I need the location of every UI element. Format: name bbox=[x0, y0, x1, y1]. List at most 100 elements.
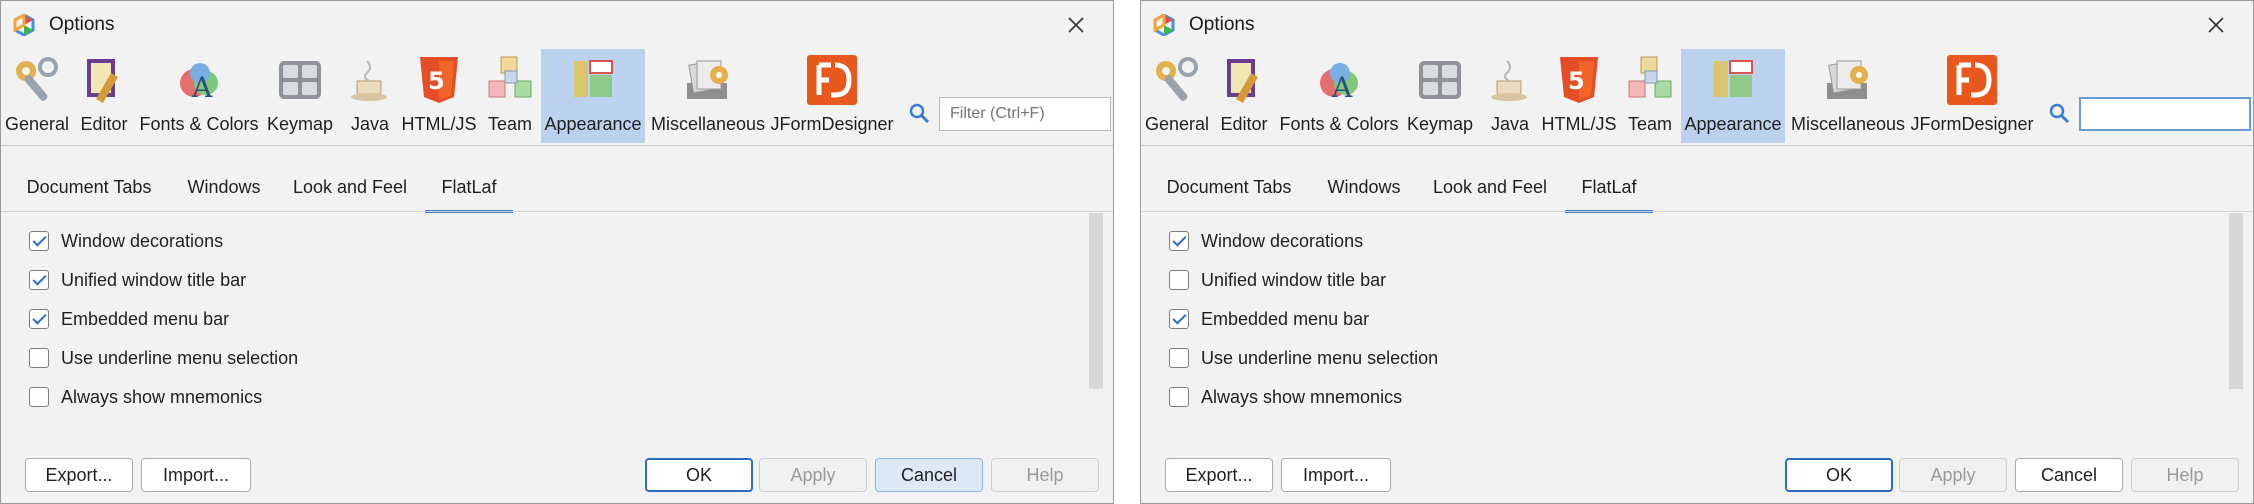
checkbox[interactable] bbox=[1169, 231, 1189, 251]
scrollbar[interactable] bbox=[2229, 213, 2243, 389]
option-embedded-menu-bar[interactable]: Embedded menu bar bbox=[1169, 305, 1369, 333]
category-label: Miscellaneous bbox=[1790, 114, 1906, 134]
tab-document-tabs[interactable]: Document Tabs bbox=[1155, 167, 1303, 213]
option-underline-menu-selection[interactable]: Use underline menu selection bbox=[1169, 344, 1438, 372]
import-button[interactable]: Import... bbox=[141, 458, 251, 492]
appearance-icon bbox=[1714, 60, 1753, 97]
option-always-show-mnemonics[interactable]: Always show mnemonics bbox=[29, 383, 262, 411]
category-keymap[interactable]: Keymap bbox=[1405, 49, 1475, 143]
category-label: Editor bbox=[1220, 114, 1268, 134]
help-button[interactable]: Help bbox=[2131, 458, 2239, 492]
option-always-show-mnemonics[interactable]: Always show mnemonics bbox=[1169, 383, 1402, 411]
option-label: Use underline menu selection bbox=[1201, 347, 1439, 368]
editor-icon bbox=[1227, 59, 1258, 103]
category-label: JFormDesigner bbox=[1910, 114, 2034, 134]
title-bar[interactable]: Options bbox=[1, 1, 1113, 49]
checkbox[interactable] bbox=[29, 348, 49, 368]
svg-text:5: 5 bbox=[1568, 67, 1585, 95]
category-general[interactable]: General bbox=[1145, 49, 1209, 143]
cancel-button[interactable]: Cancel bbox=[2015, 458, 2123, 492]
option-unified-title-bar[interactable]: Unified window title bar bbox=[29, 266, 246, 294]
tab-flatlaf[interactable]: FlatLaf bbox=[1565, 167, 1653, 213]
category-fonts-colors[interactable]: A Fonts & Colors bbox=[1277, 49, 1401, 143]
category-label: Appearance bbox=[544, 114, 642, 134]
category-html-js[interactable]: 5 HTML/JS bbox=[401, 49, 477, 143]
option-label: Always show mnemonics bbox=[61, 386, 263, 407]
app-icon bbox=[13, 14, 35, 36]
option-label: Use underline menu selection bbox=[61, 347, 299, 368]
checkbox[interactable] bbox=[1169, 387, 1189, 407]
close-icon[interactable] bbox=[2201, 10, 2231, 40]
category-label: Appearance bbox=[1684, 114, 1782, 134]
flatlaf-options-panel: Window decorations Unified window title … bbox=[1153, 213, 2247, 425]
category-fonts-colors[interactable]: A Fonts & Colors bbox=[137, 49, 261, 143]
dialog-title: Options bbox=[49, 14, 115, 35]
ok-button[interactable]: OK bbox=[645, 458, 753, 492]
tab-bar: Document Tabs Windows Look and Feel Flat… bbox=[1141, 167, 2253, 213]
import-button[interactable]: Import... bbox=[1281, 458, 1391, 492]
close-icon[interactable] bbox=[1061, 10, 1091, 40]
category-keymap[interactable]: Keymap bbox=[265, 49, 335, 143]
category-jformdesigner[interactable]: JFormDesigner bbox=[1910, 49, 2034, 143]
category-label: Fonts & Colors bbox=[1279, 114, 1399, 134]
checkbox[interactable] bbox=[29, 387, 49, 407]
category-jformdesigner[interactable]: JFormDesigner bbox=[770, 49, 894, 143]
export-button[interactable]: Export... bbox=[1165, 458, 1273, 492]
tab-document-tabs[interactable]: Document Tabs bbox=[15, 167, 163, 213]
java-icon bbox=[1491, 60, 1527, 101]
ok-button[interactable]: OK bbox=[1785, 458, 1893, 492]
flatlaf-options-panel: Window decorations Unified window title … bbox=[13, 213, 1107, 425]
apply-button[interactable]: Apply bbox=[759, 458, 867, 492]
filter-input[interactable] bbox=[939, 97, 1111, 131]
tab-look-and-feel[interactable]: Look and Feel bbox=[1425, 167, 1555, 213]
filter-input[interactable] bbox=[2079, 97, 2251, 131]
java-icon bbox=[351, 60, 387, 101]
tab-windows[interactable]: Windows bbox=[1313, 167, 1415, 213]
category-editor[interactable]: Editor bbox=[75, 49, 133, 143]
fonts-colors-icon: A bbox=[1320, 63, 1358, 104]
option-label: Unified window title bar bbox=[1201, 269, 1387, 290]
checkbox[interactable] bbox=[1169, 348, 1189, 368]
help-button[interactable]: Help bbox=[991, 458, 1099, 492]
scrollbar[interactable] bbox=[1089, 213, 1103, 389]
checkbox[interactable] bbox=[1169, 270, 1189, 290]
options-dialog-left: Options General Editor A Fonts & Colors … bbox=[0, 0, 1114, 504]
category-label: Miscellaneous bbox=[650, 114, 766, 134]
category-miscellaneous[interactable]: Miscellaneous bbox=[649, 49, 767, 143]
category-java[interactable]: Java bbox=[343, 49, 397, 143]
category-general[interactable]: General bbox=[5, 49, 69, 143]
tab-flatlaf[interactable]: FlatLaf bbox=[425, 167, 513, 213]
title-bar[interactable]: Options bbox=[1141, 1, 2253, 49]
option-window-decorations[interactable]: Window decorations bbox=[29, 227, 223, 255]
category-java[interactable]: Java bbox=[1483, 49, 1537, 143]
category-label: Java bbox=[350, 114, 390, 134]
category-miscellaneous[interactable]: Miscellaneous bbox=[1789, 49, 1907, 143]
option-embedded-menu-bar[interactable]: Embedded menu bar bbox=[29, 305, 229, 333]
category-team[interactable]: Team bbox=[481, 49, 539, 143]
editor-icon bbox=[87, 59, 118, 103]
category-label: HTML/JS bbox=[1541, 114, 1617, 134]
svg-text:A: A bbox=[1331, 71, 1353, 104]
category-label: HTML/JS bbox=[401, 114, 477, 134]
category-editor[interactable]: Editor bbox=[1215, 49, 1273, 143]
fonts-colors-icon: A bbox=[180, 63, 218, 104]
html-js-icon: 5 bbox=[1560, 57, 1598, 103]
checkbox[interactable] bbox=[1169, 309, 1189, 329]
option-underline-menu-selection[interactable]: Use underline menu selection bbox=[29, 344, 298, 372]
category-appearance[interactable]: Appearance bbox=[541, 49, 645, 143]
team-icon bbox=[1628, 56, 1672, 98]
category-team[interactable]: Team bbox=[1621, 49, 1679, 143]
checkbox[interactable] bbox=[29, 231, 49, 251]
general-icon bbox=[1156, 57, 1198, 101]
tab-look-and-feel[interactable]: Look and Feel bbox=[285, 167, 415, 213]
category-html-js[interactable]: 5 HTML/JS bbox=[1541, 49, 1617, 143]
category-appearance[interactable]: Appearance bbox=[1681, 49, 1785, 143]
export-button[interactable]: Export... bbox=[25, 458, 133, 492]
apply-button[interactable]: Apply bbox=[1899, 458, 2007, 492]
cancel-button[interactable]: Cancel bbox=[875, 458, 983, 492]
tab-windows[interactable]: Windows bbox=[173, 167, 275, 213]
checkbox[interactable] bbox=[29, 270, 49, 290]
checkbox[interactable] bbox=[29, 309, 49, 329]
option-window-decorations[interactable]: Window decorations bbox=[1169, 227, 1363, 255]
option-unified-title-bar[interactable]: Unified window title bar bbox=[1169, 266, 1386, 294]
